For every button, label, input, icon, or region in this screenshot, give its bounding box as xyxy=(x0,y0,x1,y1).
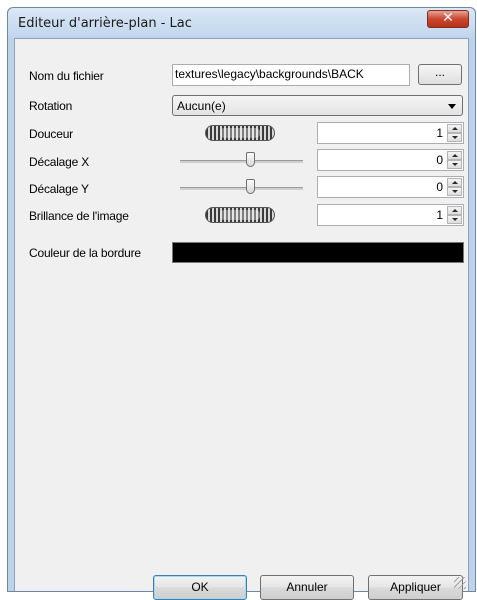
border-color-swatch[interactable] xyxy=(172,242,464,263)
slider-track xyxy=(180,160,303,163)
slider-track xyxy=(180,187,303,190)
decalage-y-spin-buttons xyxy=(447,178,462,196)
spin-up-icon[interactable] xyxy=(447,178,462,187)
cancel-button[interactable]: Annuler xyxy=(260,575,354,600)
douceur-spinbox[interactable]: 1 xyxy=(317,122,464,144)
window-title: Editeur d'arrière-plan - Lac xyxy=(18,16,192,31)
decalage-x-value: 0 xyxy=(436,153,443,167)
spin-down-icon[interactable] xyxy=(447,160,462,169)
decalage-x-spinbox[interactable]: 0 xyxy=(317,149,464,171)
close-button[interactable]: ✕ xyxy=(427,10,469,28)
spin-down-icon[interactable] xyxy=(447,215,462,224)
brillance-spin-buttons xyxy=(447,206,462,224)
spin-up-icon[interactable] xyxy=(447,151,462,160)
douceur-label: Douceur xyxy=(29,127,73,141)
title-bar[interactable]: Editeur d'arrière-plan - Lac ✕ xyxy=(8,8,475,38)
decalage-x-slider[interactable] xyxy=(180,150,303,172)
brillance-spinbox[interactable]: 1 xyxy=(317,204,464,226)
dialog-body: Nom du fichier textures\legacy\backgroun… xyxy=(14,38,469,600)
ok-button[interactable]: OK xyxy=(153,575,247,600)
brillance-value: 1 xyxy=(436,208,443,222)
rotation-value: Aucun(e) xyxy=(177,99,226,113)
chevron-down-icon xyxy=(448,104,456,109)
brillance-knob[interactable] xyxy=(205,207,275,223)
decalage-y-slider[interactable] xyxy=(180,177,303,199)
decalage-y-slider-thumb[interactable] xyxy=(246,179,256,194)
apply-button[interactable]: Appliquer xyxy=(368,575,463,600)
douceur-spin-buttons xyxy=(447,124,462,142)
filename-label: Nom du fichier xyxy=(29,69,104,83)
douceur-knob[interactable] xyxy=(205,125,275,141)
close-icon: ✕ xyxy=(442,10,454,26)
spin-up-icon[interactable] xyxy=(447,206,462,215)
decalage-y-value: 0 xyxy=(436,180,443,194)
rotation-label: Rotation xyxy=(29,99,73,113)
decalage-y-spinbox[interactable]: 0 xyxy=(317,176,464,198)
brillance-label: Brillance de l'image xyxy=(29,209,129,223)
filename-field[interactable]: textures\legacy\backgrounds\BACK xyxy=(172,64,410,86)
decalage-x-label: Décalage X xyxy=(29,155,90,169)
decalage-x-spin-buttons xyxy=(447,151,462,169)
browse-button[interactable]: ... xyxy=(418,64,462,85)
dialog-window: Editeur d'arrière-plan - Lac ✕ Nom du fi… xyxy=(7,7,476,600)
decalage-y-label: Décalage Y xyxy=(29,182,89,196)
border-color-label: Couleur de la bordure xyxy=(29,246,141,260)
resize-grip-icon[interactable] xyxy=(454,577,466,589)
spin-down-icon[interactable] xyxy=(447,133,462,142)
rotation-dropdown[interactable]: Aucun(e) xyxy=(172,95,463,116)
douceur-value: 1 xyxy=(436,126,443,140)
spin-down-icon[interactable] xyxy=(447,187,462,196)
spin-up-icon[interactable] xyxy=(447,124,462,133)
decalage-x-slider-thumb[interactable] xyxy=(246,152,256,167)
